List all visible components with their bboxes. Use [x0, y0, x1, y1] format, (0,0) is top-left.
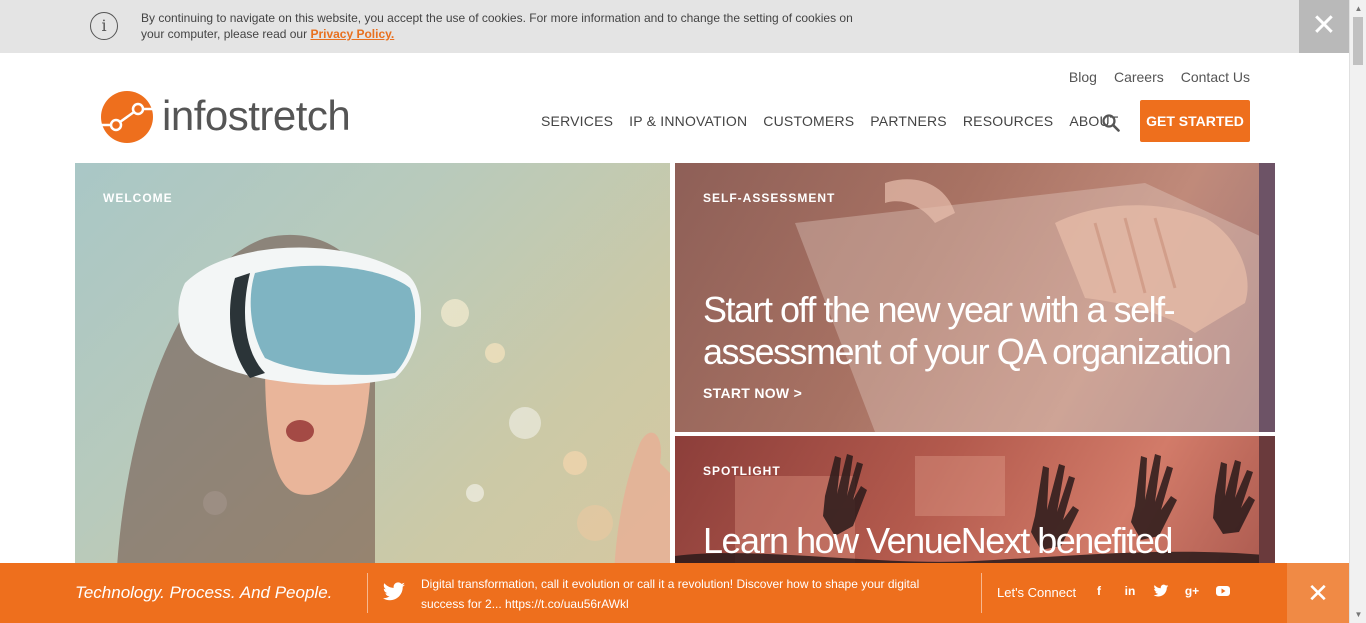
nav-item-ip-innovation[interactable]: IP & INNOVATION	[629, 113, 747, 129]
logo-mark-icon	[101, 91, 153, 143]
cookie-message-text: By continuing to navigate on this websit…	[141, 11, 853, 41]
google-plus-icon[interactable]: g+	[1184, 583, 1200, 599]
nav-item-services[interactable]: SERVICES	[541, 113, 613, 129]
search-icon[interactable]	[1102, 114, 1120, 132]
cookie-message: By continuing to navigate on this websit…	[141, 10, 861, 42]
twitter-icon	[383, 582, 405, 601]
welcome-tile[interactable]: WELCOME	[75, 163, 670, 623]
lets-connect-label: Let's Connect	[997, 585, 1077, 600]
main-nav: SERVICES IP & INNOVATION CUSTOMERS PARTN…	[541, 113, 1119, 129]
spotlight-headline: Learn how VenueNext benefited	[703, 520, 1173, 561]
utility-nav: Blog Careers Contact Us	[1069, 69, 1250, 85]
divider	[367, 573, 368, 613]
facebook-icon[interactable]: f	[1091, 583, 1107, 599]
linkedin-icon[interactable]: in	[1122, 583, 1138, 599]
careers-link[interactable]: Careers	[1114, 69, 1164, 85]
close-icon: ✕	[1307, 578, 1329, 608]
latest-tweet[interactable]: Digital transformation, call it evolutio…	[421, 574, 941, 614]
site-logo[interactable]: infostretch	[100, 90, 380, 146]
scroll-thumb[interactable]	[1353, 17, 1363, 65]
tagline: Technology. Process. And People.	[75, 583, 333, 602]
divider	[981, 573, 982, 613]
sticky-footer-bar: Technology. Process. And People. Digital…	[0, 563, 1349, 623]
get-started-button[interactable]: GET STARTED	[1140, 100, 1250, 142]
nav-item-resources[interactable]: RESOURCES	[963, 113, 1053, 129]
privacy-policy-link[interactable]: Privacy Policy.	[310, 27, 394, 41]
nav-item-customers[interactable]: CUSTOMERS	[763, 113, 854, 129]
start-now-link[interactable]: START NOW >	[703, 385, 802, 401]
self-assessment-headline: Start off the new year with a self- asse…	[703, 289, 1232, 373]
self-assessment-headline-line-1: Start off the new year with a self-	[703, 289, 1176, 330]
nav-item-partners[interactable]: PARTNERS	[870, 113, 947, 129]
welcome-label: WELCOME	[103, 191, 173, 205]
info-icon: i	[90, 12, 118, 40]
spotlight-label: SPOTLIGHT	[703, 464, 781, 478]
scroll-up-icon[interactable]: ▲	[1350, 0, 1366, 17]
page-scrollbar[interactable]: ▲ ▼	[1349, 0, 1366, 623]
self-assessment-headline-line-2: assessment of your QA organization	[703, 331, 1232, 372]
vr-headset-image	[115, 234, 670, 623]
self-assessment-tile[interactable]: SELF-ASSESSMENT Start off the new year w…	[675, 163, 1275, 432]
self-assessment-label: SELF-ASSESSMENT	[703, 191, 836, 205]
scroll-down-icon[interactable]: ▼	[1350, 606, 1366, 623]
logo-wordmark: infostretch	[162, 92, 351, 139]
cookie-banner: i By continuing to navigate on this webs…	[0, 0, 1349, 53]
blog-link[interactable]: Blog	[1069, 69, 1097, 85]
contact-us-link[interactable]: Contact Us	[1181, 69, 1250, 85]
footer-close-button[interactable]: ✕	[1287, 563, 1349, 623]
close-icon: ✕	[1311, 9, 1337, 42]
cookie-close-button[interactable]: ✕	[1299, 0, 1349, 53]
twitter-icon[interactable]	[1153, 583, 1169, 599]
youtube-icon[interactable]	[1215, 583, 1231, 599]
